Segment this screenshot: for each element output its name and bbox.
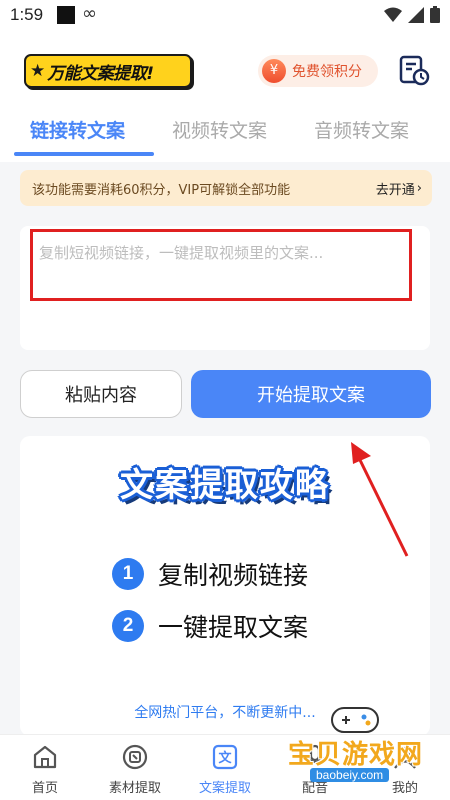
nav-label: 文案提取 xyxy=(198,781,251,796)
tab-video-to-text[interactable]: 视频转文案 xyxy=(172,116,267,143)
link-status-icon: ∞ xyxy=(82,3,97,24)
step-text: 复制视频链接 xyxy=(158,561,309,590)
svg-text:文: 文 xyxy=(218,750,232,766)
app-logo: ★ 万能文案提取! xyxy=(24,54,192,88)
home-icon xyxy=(33,745,57,769)
guide-step-2: 2 一键提取文案 xyxy=(112,608,308,644)
red-arrow-icon xyxy=(351,442,409,557)
star-icon: ★ xyxy=(30,61,46,81)
tab-link-to-text[interactable]: 链接转文案 xyxy=(30,116,125,143)
notification-square-icon xyxy=(57,6,75,24)
step-text: 一键提取文案 xyxy=(158,613,309,642)
wifi-icon xyxy=(384,7,402,22)
start-extract-button[interactable]: 开始提取文案 xyxy=(191,370,431,418)
watermark-url: baobeiy.com xyxy=(310,768,390,782)
free-points-label: 免费领积分 xyxy=(292,64,362,80)
watermark-text: 宝贝游戏网 xyxy=(288,740,424,770)
signal-icon xyxy=(408,6,424,23)
history-icon[interactable] xyxy=(398,54,430,86)
status-time: 1:59 xyxy=(10,5,44,24)
gamepad-icon xyxy=(331,707,379,733)
tab-bar: 链接转文案 视频转文案 音频转文案 xyxy=(0,112,450,162)
battery-icon xyxy=(430,6,440,23)
text-icon: 文 xyxy=(212,744,238,770)
free-points-button[interactable]: ¥ 免费领积分 xyxy=(258,55,378,87)
nav-label: 首页 xyxy=(31,781,58,796)
watermark: 宝贝游戏网 baobeiy.com xyxy=(280,700,450,790)
chevron-right-icon: › xyxy=(416,180,422,196)
paste-content-button[interactable]: 粘贴内容 xyxy=(20,370,182,418)
guide-step-1: 1 复制视频链接 xyxy=(112,556,308,592)
status-right xyxy=(384,6,440,23)
vip-banner[interactable]: 该功能需要消耗60积分，VIP可解锁全部功能 去开通 › xyxy=(20,170,432,206)
link-input[interactable] xyxy=(30,229,412,301)
top-bar: ★ 万能文案提取! ¥ 免费领积分 xyxy=(0,32,450,112)
logo-text: 万能文案提取! xyxy=(47,63,154,84)
vip-banner-text: 该功能需要消耗60积分，VIP可解锁全部功能 xyxy=(32,182,291,198)
nav-home[interactable]: 首页 xyxy=(0,735,90,800)
tab-audio-to-text[interactable]: 音频转文案 xyxy=(314,116,409,143)
status-bar: 1:59 ∞ xyxy=(0,0,450,32)
step-number: 1 xyxy=(112,558,144,590)
nav-label: 素材提取 xyxy=(108,781,161,796)
active-tab-indicator xyxy=(14,152,154,156)
link-input-card xyxy=(20,226,430,350)
material-icon xyxy=(122,744,148,770)
nav-text-extract[interactable]: 文 文案提取 xyxy=(180,735,270,800)
gift-icon: ¥ xyxy=(262,59,286,83)
nav-material[interactable]: 素材提取 xyxy=(90,735,180,800)
step-number: 2 xyxy=(112,610,144,642)
vip-open-link[interactable]: 去开通 xyxy=(376,179,415,198)
